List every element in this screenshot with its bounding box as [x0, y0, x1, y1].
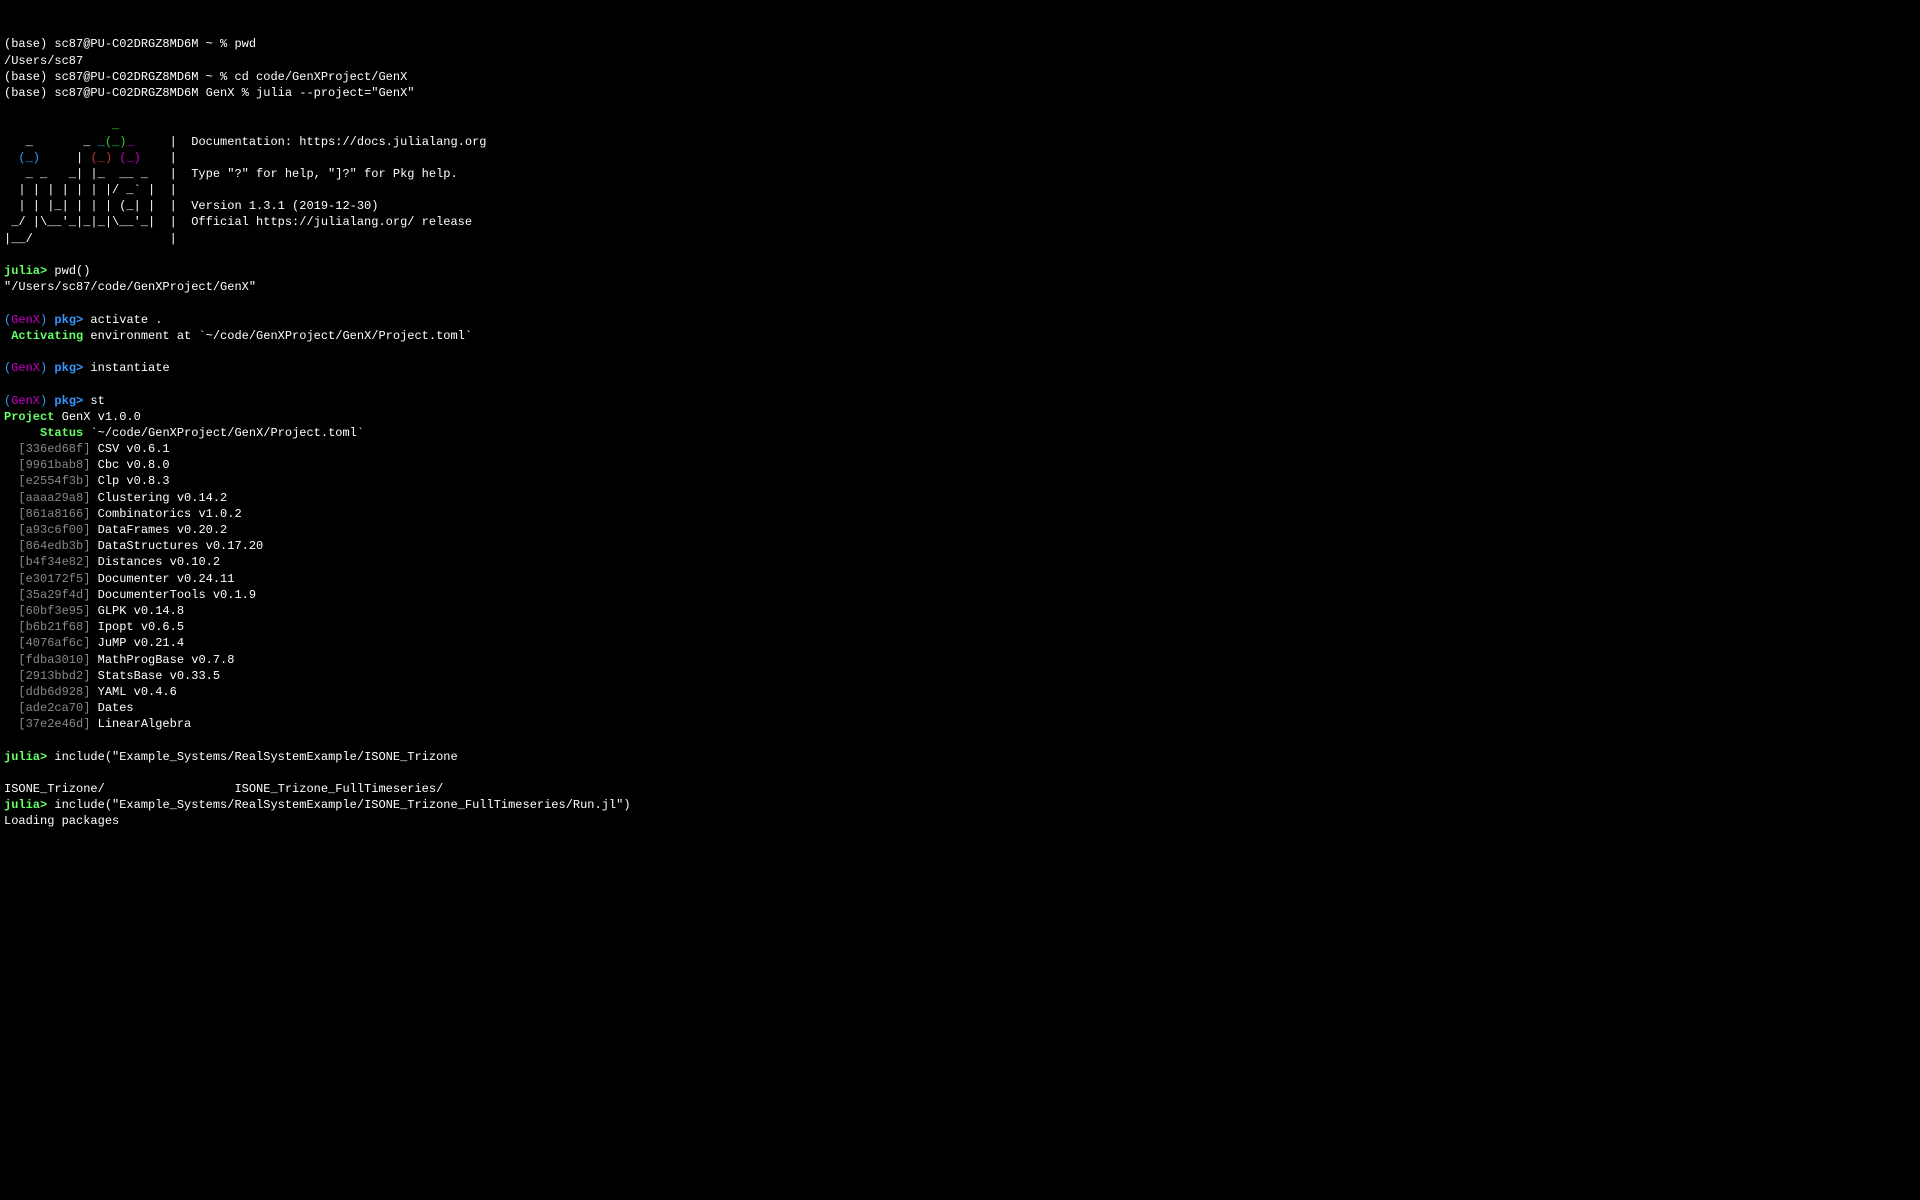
banner-l2e: | Documentation: https://docs.julialang.…	[134, 135, 487, 149]
pkg-prefix3: pkg>	[54, 394, 83, 408]
pkg-id: [37e2e46d]	[4, 717, 90, 731]
pkg-name: Distances v0.10.2	[90, 555, 220, 569]
project-rest: GenX v1.0.0	[54, 410, 140, 424]
banner-l7: _/ |\__'_|_|_|\__'_| | Official https://…	[4, 215, 472, 229]
banner-l3a	[4, 151, 18, 165]
pkg-prefix: pkg>	[54, 313, 83, 327]
pkg-name: JuMP v0.21.4	[90, 636, 184, 650]
activating-rest: environment at `~/code/GenXProject/GenX/…	[83, 329, 472, 343]
pkg-name: Clustering v0.14.2	[90, 491, 227, 505]
shell-prompt-1: (base) sc87@PU-C02DRGZ8MD6M ~ %	[4, 37, 234, 51]
pkg-name: GLPK v0.14.8	[90, 604, 184, 618]
pkg-name: DataFrames v0.20.2	[90, 523, 227, 537]
pkg-prompt-close2: )	[40, 361, 54, 375]
pkg-name: DocumenterTools v0.1.9	[90, 588, 256, 602]
banner-l2b: _	[98, 135, 105, 149]
pkg-id: [60bf3e95]	[4, 604, 90, 618]
pkg-name: YAML v0.4.6	[90, 685, 176, 699]
pkg-id: [fdba3010]	[4, 653, 90, 667]
pkg-id: [ddb6d928]	[4, 685, 90, 699]
pkg-name: MathProgBase v0.7.8	[90, 653, 234, 667]
pkg-name: Dates	[90, 701, 140, 715]
banner-l3g: |	[141, 151, 177, 165]
pkg-id: [a93c6f00]	[4, 523, 90, 537]
banner-l3f: (_)	[119, 151, 141, 165]
pkg-id: [864edb3b]	[4, 539, 90, 553]
pkg-name: Documenter v0.24.11	[90, 572, 234, 586]
pkg-id: [861a8166]	[4, 507, 90, 521]
julia-prompt3: julia>	[4, 798, 47, 812]
pkg-id: [aaaa29a8]	[4, 491, 90, 505]
shell-cmd-cd: cd code/GenXProject/GenX	[234, 70, 407, 84]
banner-l4: _ _ _| |_ __ _ | Type "?" for help, "]?"…	[4, 167, 458, 181]
banner-l3b: (_)	[18, 151, 40, 165]
pkg-id: [35a29f4d]	[4, 588, 90, 602]
pkg-name: Cbc v0.8.0	[90, 458, 169, 472]
package-list: [336ed68f] CSV v0.6.1 [9961bab8] Cbc v0.…	[4, 441, 1916, 732]
banner-l8: |__/ |	[4, 232, 177, 246]
julia-cmd-pwd: pwd()	[47, 264, 90, 278]
banner-l3c: |	[40, 151, 90, 165]
julia-prompt2: julia>	[4, 750, 47, 764]
activating-label: Activating	[4, 329, 83, 343]
pkg-name: CSV v0.6.1	[90, 442, 169, 456]
pkg-id: [b6b21f68]	[4, 620, 90, 634]
status-label-text: Status	[40, 426, 83, 440]
banner-l5: | | | | | | |/ _` | |	[4, 183, 177, 197]
banner-l2d: _	[126, 135, 133, 149]
pkg-prefix2: pkg>	[54, 361, 83, 375]
pkg-cmd-activate: activate .	[83, 313, 162, 327]
pkg-name: DataStructures v0.17.20	[90, 539, 263, 553]
pkg-name: StatsBase v0.33.5	[90, 669, 220, 683]
pkg-id: [9961bab8]	[4, 458, 90, 472]
pkg-cmd-st: st	[83, 394, 105, 408]
pkg-id: [b4f34e82]	[4, 555, 90, 569]
status-label	[4, 426, 40, 440]
pkg-id: [ade2ca70]	[4, 701, 90, 715]
julia-out-pwd: "/Users/sc87/code/GenXProject/GenX"	[4, 280, 256, 294]
pkg-id: [336ed68f]	[4, 442, 90, 456]
pkg-name: LinearAlgebra	[90, 717, 198, 731]
shell-out-pwd: /Users/sc87	[4, 54, 83, 68]
banner-l2a: _ _	[4, 135, 98, 149]
banner-l3d: (_)	[90, 151, 112, 165]
pkg-name: Combinatorics v1.0.2	[90, 507, 241, 521]
pkg-cmd-instantiate: instantiate	[83, 361, 169, 375]
pkg-prompt-close: )	[40, 313, 54, 327]
banner-l6: | | |_| | | | (_| | | Version 1.3.1 (201…	[4, 199, 378, 213]
status-rest: `~/code/GenXProject/GenX/Project.toml`	[83, 426, 364, 440]
pkg-id: [4076af6c]	[4, 636, 90, 650]
pkg-prompt-name3: GenX	[11, 394, 40, 408]
loading-msg: Loading packages	[4, 814, 119, 828]
shell-cmd-pwd: pwd	[234, 37, 256, 51]
pkg-prompt-name2: GenX	[11, 361, 40, 375]
pkg-id: [2913bbd2]	[4, 669, 90, 683]
pkg-id: [e2554f3b]	[4, 474, 90, 488]
julia-cmd-include2: include("Example_Systems/RealSystemExamp…	[47, 798, 630, 812]
pkg-prompt-close3: )	[40, 394, 54, 408]
shell-cmd-julia: julia --project="GenX"	[256, 86, 414, 100]
project-label: Project	[4, 410, 54, 424]
banner-l1b: _	[112, 118, 119, 132]
julia-prompt: julia>	[4, 264, 47, 278]
terminal-window[interactable]: { "shell": { "prompt1": "(base) sc87@PU-…	[0, 0, 1920, 866]
banner-l2c: (_)	[105, 135, 127, 149]
shell-prompt-3: (base) sc87@PU-C02DRGZ8MD6M GenX %	[4, 86, 256, 100]
pkg-id: [e30172f5]	[4, 572, 90, 586]
banner-l1a	[4, 118, 112, 132]
pkg-name: Clp v0.8.3	[90, 474, 169, 488]
julia-cmd-include1: include("Example_Systems/RealSystemExamp…	[47, 750, 457, 764]
pkg-name: Ipopt v0.6.5	[90, 620, 184, 634]
shell-prompt-2: (base) sc87@PU-C02DRGZ8MD6M ~ %	[4, 70, 234, 84]
tab-completion: ISONE_Trizone/ ISONE_Trizone_FullTimeser…	[4, 782, 443, 796]
pkg-prompt-name: GenX	[11, 313, 40, 327]
